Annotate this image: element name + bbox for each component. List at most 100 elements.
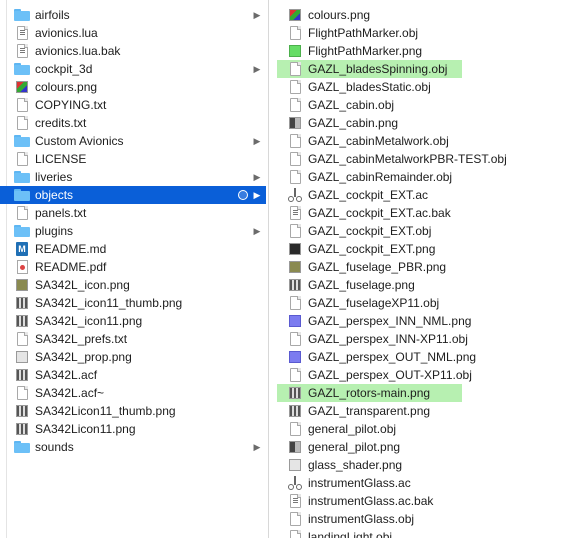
item-label: FlightPathMarker.obj	[308, 26, 419, 40]
file-row[interactable]: credits.txt	[0, 114, 266, 132]
file-row[interactable]: GAZL_fuselageXP11.obj	[270, 294, 581, 312]
document-icon	[287, 170, 303, 184]
file-row[interactable]: GAZL_cabinRemainder.obj	[270, 168, 581, 186]
chevron-right-icon[interactable]: ▶	[252, 189, 262, 201]
folder-row[interactable]: cockpit_3d ▶	[0, 60, 266, 78]
file-row[interactable]: general_pilot.obj	[270, 420, 581, 438]
file-row[interactable]: GAZL_cabinMetalworkPBR-TEST.obj	[270, 150, 581, 168]
file-row[interactable]: colours.png	[270, 6, 581, 24]
left-column: airfoils ▶ avionics.lua avionics.lua.bak coc…	[0, 0, 266, 538]
file-row[interactable]: GAZL_bladesStatic.obj	[270, 78, 581, 96]
file-row[interactable]: glass_shader.png	[270, 456, 581, 474]
file-row[interactable]: M README.md	[0, 240, 266, 258]
file-row[interactable]: GAZL_transparent.png	[270, 402, 581, 420]
item-label: SA342Licon11.png	[35, 422, 136, 436]
item-label: credits.txt	[35, 116, 87, 130]
file-row[interactable]: GAZL_cabinMetalwork.obj	[270, 132, 581, 150]
lua-file-icon	[287, 494, 303, 508]
chevron-right-icon[interactable]: ▶	[252, 171, 262, 183]
file-row[interactable]: panels.txt	[0, 204, 266, 222]
file-row[interactable]: GAZL_cockpit_EXT.png	[270, 240, 581, 258]
item-label: GAZL_bladesSpinning.obj	[308, 62, 448, 76]
file-row[interactable]: GAZL_cockpit_EXT.obj	[270, 222, 581, 240]
folder-row[interactable]: sounds ▶	[0, 438, 266, 456]
file-row[interactable]: SA342L_icon11_thumb.png	[0, 294, 266, 312]
image-icon	[14, 80, 30, 94]
file-row[interactable]: SA342L_icon11.png	[0, 312, 266, 330]
file-row[interactable]: GAZL_fuselage_PBR.png	[270, 258, 581, 276]
file-row[interactable]: SA342Licon11.png	[0, 420, 266, 438]
item-label: SA342L_prop.png	[35, 350, 132, 364]
file-row[interactable]: instrumentGlass.ac	[270, 474, 581, 492]
item-label: GAZL_cabinRemainder.obj	[308, 170, 453, 184]
text-file-icon	[14, 206, 30, 220]
file-row[interactable]: landingLight.obj	[270, 528, 581, 538]
document-icon	[287, 512, 303, 526]
image-icon	[287, 458, 303, 472]
chevron-right-icon[interactable]: ▶	[252, 63, 262, 75]
item-label: colours.png	[35, 80, 98, 94]
file-row[interactable]: avionics.lua	[0, 24, 266, 42]
folder-row[interactable]: airfoils ▶	[0, 6, 266, 24]
file-row[interactable]: GAZL_bladesSpinning.obj	[270, 60, 581, 78]
item-label: FlightPathMarker.png	[308, 44, 423, 58]
column-divider[interactable]	[268, 0, 269, 538]
document-icon	[287, 134, 303, 148]
item-label: general_pilot.obj	[308, 422, 397, 436]
image-icon	[287, 314, 303, 328]
file-row[interactable]: README.pdf	[0, 258, 266, 276]
file-row[interactable]: GAZL_fuselage.png	[270, 276, 581, 294]
file-row[interactable]: SA342L.acf~	[0, 384, 266, 402]
item-label: SA342L_icon11.png	[35, 314, 143, 328]
file-row[interactable]: COPYING.txt	[0, 96, 266, 114]
file-row[interactable]: FlightPathMarker.png	[270, 42, 581, 60]
folder-row[interactable]: Custom Avionics ▶	[0, 132, 266, 150]
file-row[interactable]: GAZL_rotors-main.png	[270, 384, 581, 402]
file-row[interactable]: LICENSE	[0, 150, 266, 168]
file-row[interactable]: SA342L_prop.png	[0, 348, 266, 366]
folder-row[interactable]: objects ▶	[0, 186, 266, 204]
file-row[interactable]: SA342L.acf	[0, 366, 266, 384]
file-row[interactable]: SA342L_prefs.txt	[0, 330, 266, 348]
file-row[interactable]: GAZL_perspex_OUT_NML.png	[270, 348, 581, 366]
ac-file-icon	[287, 188, 303, 202]
file-row[interactable]: colours.png	[0, 78, 266, 96]
chevron-right-icon[interactable]: ▶	[252, 441, 262, 453]
ac-file-icon	[287, 476, 303, 490]
file-row[interactable]: avionics.lua.bak	[0, 42, 266, 60]
file-row[interactable]: instrumentGlass.ac.bak	[270, 492, 581, 510]
document-icon	[287, 152, 303, 166]
image-icon	[287, 386, 303, 400]
file-row[interactable]: SA342L_icon.png	[0, 276, 266, 294]
item-label: SA342L_prefs.txt	[35, 332, 128, 346]
item-label: SA342L_icon11_thumb.png	[35, 296, 183, 310]
folder-row[interactable]: liveries ▶	[0, 168, 266, 186]
image-icon	[14, 404, 30, 418]
right-column: colours.png FlightPathMarker.obj FlightPat…	[270, 0, 581, 538]
chevron-right-icon[interactable]: ▶	[252, 135, 262, 147]
file-row[interactable]: general_pilot.png	[270, 438, 581, 456]
file-row[interactable]: FlightPathMarker.obj	[270, 24, 581, 42]
file-row[interactable]: GAZL_cockpit_EXT.ac	[270, 186, 581, 204]
chevron-right-icon[interactable]: ▶	[252, 225, 262, 237]
chevron-right-icon[interactable]: ▶	[252, 9, 262, 21]
file-row[interactable]: GAZL_perspex_INN_NML.png	[270, 312, 581, 330]
loading-indicator-icon	[238, 190, 248, 200]
file-row[interactable]: SA342Licon11_thumb.png	[0, 402, 266, 420]
item-label: SA342Licon11_thumb.png	[35, 404, 176, 418]
folder-icon	[14, 62, 30, 76]
folder-icon	[14, 8, 30, 22]
item-label: GAZL_cockpit_EXT.png	[308, 242, 436, 256]
file-row[interactable]: GAZL_cockpit_EXT.ac.bak	[270, 204, 581, 222]
file-row[interactable]: GAZL_cabin.png	[270, 114, 581, 132]
item-label: panels.txt	[35, 206, 87, 220]
image-icon	[287, 350, 303, 364]
document-icon	[287, 80, 303, 94]
file-row[interactable]: instrumentGlass.obj	[270, 510, 581, 528]
file-row[interactable]: GAZL_perspex_OUT-XP11.obj	[270, 366, 581, 384]
folder-row[interactable]: plugins ▶	[0, 222, 266, 240]
file-row[interactable]: GAZL_perspex_INN-XP11.obj	[270, 330, 581, 348]
item-label: plugins	[35, 224, 74, 238]
file-row[interactable]: GAZL_cabin.obj	[270, 96, 581, 114]
document-icon	[287, 62, 303, 76]
